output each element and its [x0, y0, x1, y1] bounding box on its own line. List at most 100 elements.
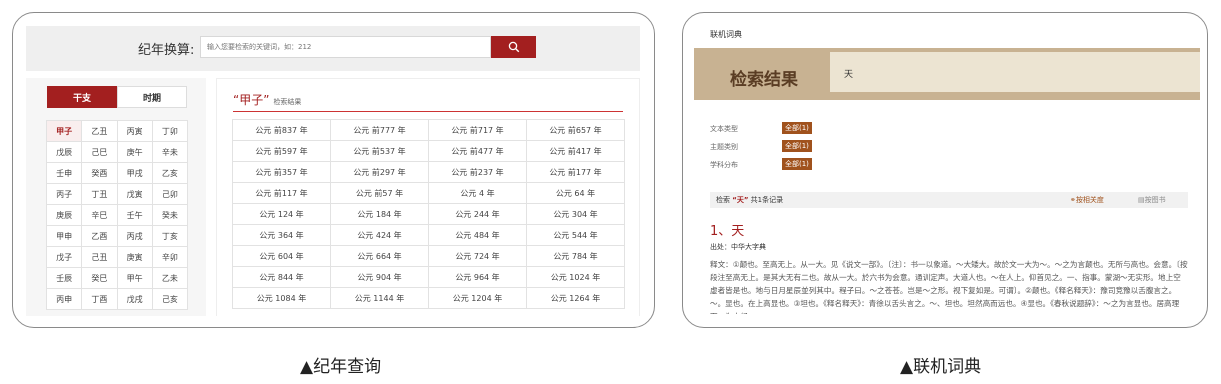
year-cell: 公元 724 年 — [428, 245, 527, 267]
results-term: “天” — [732, 196, 749, 204]
ganzhi-cell[interactable]: 丁卯 — [151, 120, 189, 142]
ganzhi-panel: 干支 时期 甲子 乙丑 丙寅 丁卯 戊辰 己巳 庚午 辛未 壬申 癸酉 甲戌 乙亥 丙子 丁丑 戊寅 己卯 庚辰… — [26, 78, 206, 316]
ganzhi-cell[interactable]: 戊子 — [45, 246, 83, 268]
ganzhi-cell[interactable]: 丁亥 — [151, 225, 189, 247]
ganzhi-cell[interactable]: 丙申 — [45, 288, 83, 310]
year-cell: 公元 604 年 — [232, 245, 331, 267]
year-cell: 公元 64 年 — [526, 182, 625, 204]
year-row: 公元 364 年公元 424 年公元 484 年公元 544 年 — [232, 224, 625, 246]
ganzhi-cell[interactable]: 乙未 — [151, 267, 189, 289]
caption-nianji: ▲纪年查询 — [300, 357, 382, 377]
ganzhi-cell[interactable]: 壬午 — [116, 204, 153, 226]
year-cell: 公元 304 年 — [526, 203, 625, 225]
year-cell: 公元 664 年 — [330, 245, 429, 267]
ganzhi-cell[interactable]: 癸巳 — [81, 267, 118, 289]
ganzhi-cell[interactable]: 乙酉 — [81, 225, 118, 247]
banner-title: 检索结果 — [730, 70, 798, 90]
year-cell: 公元 4 年 — [428, 182, 527, 204]
year-row: 公元 前597 年公元 前537 年公元 前477 年公元 前417 年 — [232, 140, 625, 162]
ganzhi-cell[interactable]: 己亥 — [151, 288, 189, 310]
ganzhi-cell[interactable]: 己卯 — [151, 183, 189, 205]
ganzhi-cell[interactable]: 壬辰 — [45, 267, 83, 289]
year-cell: 公元 244 年 — [428, 203, 527, 225]
search-title: 纪年换算: — [138, 43, 195, 58]
ganzhi-cell[interactable]: 丁酉 — [81, 288, 118, 310]
ganzhi-row: 丙子 丁丑 戊寅 己卯 — [45, 183, 189, 205]
book-icon: ▤ — [1138, 196, 1145, 204]
year-cell: 公元 784 年 — [526, 245, 625, 267]
year-row: 公元 前357 年公元 前297 年公元 前237 年公元 前177 年 — [232, 161, 625, 183]
filter-chip[interactable]: 全部(1) — [782, 122, 812, 134]
ganzhi-cell[interactable]: 丁丑 — [81, 183, 118, 205]
ganzhi-cell[interactable]: 庚寅 — [116, 246, 153, 268]
ganzhi-cell[interactable]: 辛未 — [151, 141, 189, 163]
ganzhi-cell[interactable]: 乙丑 — [81, 120, 118, 142]
sort-book[interactable]: ▤按图书 — [1138, 195, 1166, 205]
tab-ganzhi[interactable]: 干支 — [47, 86, 117, 108]
ganzhi-cell[interactable]: 庚午 — [116, 141, 153, 163]
ganzhi-row: 丙申 丁酉 戊戌 己亥 — [45, 288, 189, 310]
year-cell: 公元 124 年 — [232, 203, 331, 225]
ganzhi-row: 庚辰 辛巳 壬午 癸未 — [45, 204, 189, 226]
result-subtitle: 检索结果 — [273, 98, 302, 106]
result-title: “甲子” — [233, 93, 270, 107]
ganzhi-cell[interactable]: 己巳 — [81, 141, 118, 163]
year-cell: 公元 前837 年 — [232, 119, 331, 141]
year-cell: 公元 前777 年 — [330, 119, 429, 141]
year-cell: 公元 前717 年 — [428, 119, 527, 141]
search-button[interactable] — [491, 36, 536, 58]
ganzhi-cell[interactable]: 辛巳 — [81, 204, 118, 226]
ganzhi-cell[interactable]: 甲子 — [45, 120, 83, 142]
year-cell: 公元 前477 年 — [428, 140, 527, 162]
ganzhi-cell[interactable]: 戊寅 — [116, 183, 153, 205]
year-cell: 公元 前117 年 — [232, 182, 331, 204]
ganzhi-cell[interactable]: 甲申 — [45, 225, 83, 247]
filter-chip[interactable]: 全部(1) — [782, 140, 812, 152]
ganzhi-cell[interactable]: 乙亥 — [151, 162, 189, 184]
ganzhi-cell[interactable]: 甲戌 — [116, 162, 153, 184]
result-panel: “甲子” 检索结果 公元 前837 年公元 前777 年公元 前717 年公元 前… — [216, 78, 640, 316]
ganzhi-row: 甲申 乙酉 丙戌 丁亥 — [45, 225, 189, 247]
nianji-panel: 纪年换算: 干支 时期 甲子乙丑丙寅丁卯戊辰己巳庚午辛未壬申癸酉甲戌乙亥丙子丁丑… — [26, 26, 640, 316]
year-cell: 公元 364 年 — [232, 224, 331, 246]
filter-label: 学科分布 — [710, 161, 738, 169]
caption-dict: ▲联机词典 — [900, 357, 982, 377]
ganzhi-cell[interactable]: 丙寅 — [116, 120, 153, 142]
year-cell: 公元 1024 年 — [526, 266, 625, 288]
ganzhi-cell[interactable]: 戊辰 — [45, 141, 83, 163]
year-table: 公元 前837 年公元 前777 年公元 前717 年公元 前657 年公元 前… — [232, 119, 625, 309]
year-cell: 公元 844 年 — [232, 266, 331, 288]
ganzhi-cell[interactable]: 丙戌 — [116, 225, 153, 247]
tab-shiqi[interactable]: 时期 — [117, 86, 187, 108]
ganzhi-cell[interactable]: 戊戌 — [116, 288, 153, 310]
year-cell: 公元 904 年 — [330, 266, 429, 288]
ganzhi-cell[interactable]: 庚辰 — [45, 204, 83, 226]
year-cell: 公元 前357 年 — [232, 161, 331, 183]
ganzhi-cell[interactable]: 辛卯 — [151, 246, 189, 268]
ganzhi-cell[interactable]: 癸酉 — [81, 162, 118, 184]
year-cell: 公元 1084 年 — [232, 287, 331, 309]
filter-chip[interactable]: 全部(1) — [782, 158, 812, 170]
year-row: 公元 前837 年公元 前777 年公元 前717 年公元 前657 年 — [232, 119, 625, 141]
year-cell: 公元 1264 年 — [526, 287, 625, 309]
title-underline — [233, 111, 623, 112]
ganzhi-cell[interactable]: 癸未 — [151, 204, 189, 226]
year-cell: 公元 1204 年 — [428, 287, 527, 309]
sort-relevance[interactable]: ⚭按相关度 — [1070, 195, 1104, 205]
ganzhi-cell[interactable]: 甲午 — [116, 267, 153, 289]
year-cell: 公元 544 年 — [526, 224, 625, 246]
year-cell: 公元 424 年 — [330, 224, 429, 246]
year-cell: 公元 前297 年 — [330, 161, 429, 183]
year-cell: 公元 前417 年 — [526, 140, 625, 162]
entry-body: 释文：①颠也。至高无上。从一大。见《说文一部》。〔注〕：书一以象道。～大矮大。故… — [710, 260, 1188, 314]
ganzhi-cell[interactable]: 己丑 — [81, 246, 118, 268]
year-cell: 公元 前237 年 — [428, 161, 527, 183]
search-bar: 纪年换算: — [26, 26, 640, 71]
results-bar: 检索 “天” 共1条记录 ⚭按相关度 ▤按图书 — [710, 192, 1188, 208]
ganzhi-cell[interactable]: 丙子 — [45, 183, 83, 205]
year-cell: 公元 484 年 — [428, 224, 527, 246]
year-cell: 公元 1144 年 — [330, 287, 429, 309]
ganzhi-cell[interactable]: 壬申 — [45, 162, 83, 184]
search-input[interactable] — [200, 36, 491, 58]
entry-title[interactable]: 1、天 — [710, 220, 744, 239]
